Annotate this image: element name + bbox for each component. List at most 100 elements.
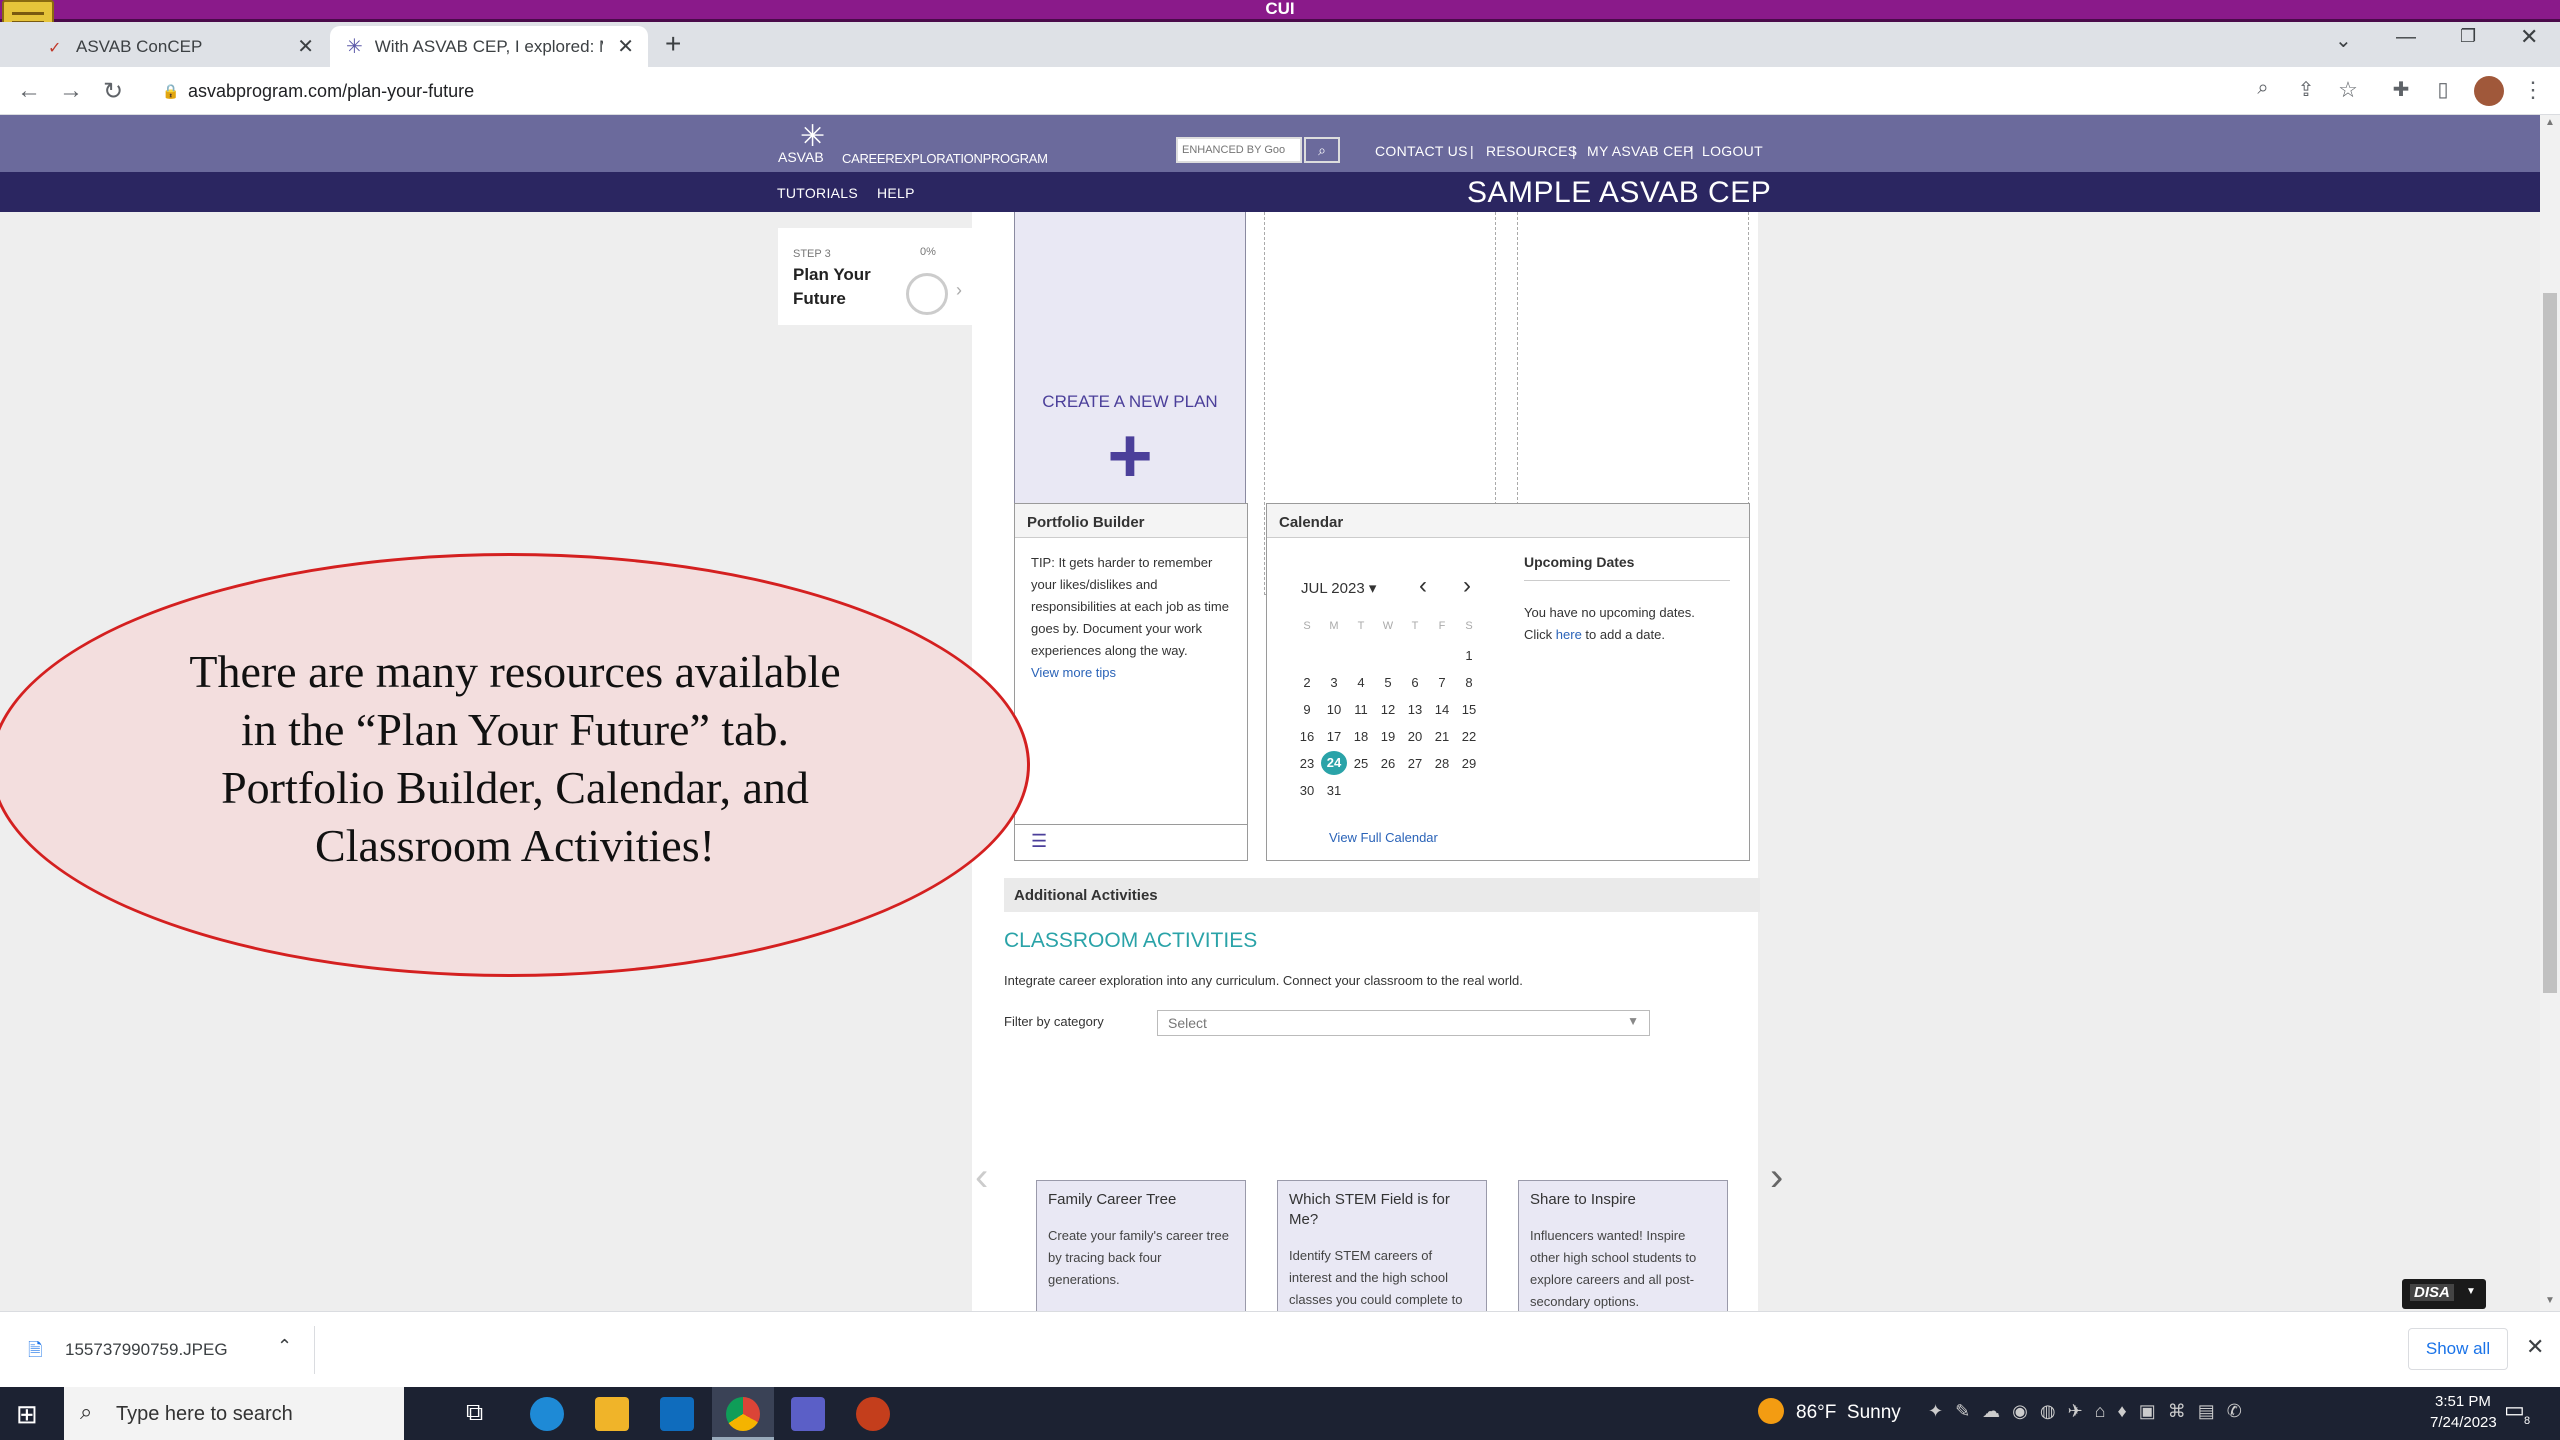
view-full-calendar-link[interactable]: View Full Calendar (1329, 830, 1438, 845)
task-view-icon[interactable]: ⧉ (466, 1399, 483, 1427)
profile-avatar[interactable] (2474, 76, 2504, 106)
show-all-button[interactable]: Show all (2408, 1328, 2508, 1370)
calendar-next-icon[interactable]: › (1463, 572, 1471, 600)
calendar-day-today[interactable]: 24 (1321, 751, 1347, 775)
search-button[interactable]: ⌕ (1304, 137, 1340, 163)
calendar-day[interactable]: 7 (1429, 675, 1455, 690)
scroll-up-icon[interactable]: ▲ (2545, 117, 2555, 128)
share-icon[interactable]: ⇪ (2291, 77, 2321, 102)
taskbar-search-input[interactable]: ⌕ Type here to search (64, 1387, 404, 1440)
chrome-icon[interactable] (726, 1397, 760, 1431)
windows-start-icon[interactable]: ⊞ (16, 1399, 38, 1430)
side-panel-icon[interactable]: ▯ (2428, 77, 2458, 102)
teams-icon[interactable] (791, 1397, 825, 1431)
calendar-day[interactable]: 30 (1294, 783, 1320, 798)
calendar-day[interactable]: 19 (1375, 729, 1401, 744)
minimize-icon[interactable]: — (2396, 26, 2416, 49)
browser-tab-active[interactable]: ✳ With ASVAB CEP, I explored: Me ✕ (330, 26, 648, 67)
calendar-day[interactable]: 26 (1375, 756, 1401, 771)
calendar-day[interactable]: 22 (1456, 729, 1482, 744)
nav-help[interactable]: HELP (877, 185, 915, 201)
step-card[interactable]: STEP 3 0% Plan Your Future › (778, 228, 972, 325)
weather-icon[interactable] (1758, 1398, 1784, 1424)
extensions-icon[interactable]: ✚ (2386, 77, 2416, 102)
close-tab-icon[interactable]: ✕ (297, 34, 314, 59)
activity-card[interactable]: Which STEM Field is for Me? Identify STE… (1277, 1180, 1487, 1311)
disa-badge[interactable]: DISA ▼ (2402, 1279, 2486, 1309)
site-search-input[interactable] (1176, 137, 1302, 163)
scrollbar-thumb[interactable] (2543, 293, 2557, 993)
calendar-day[interactable]: 6 (1402, 675, 1428, 690)
weather-text[interactable]: 86°F Sunny (1796, 1402, 1901, 1424)
page-scrollbar[interactable]: ▲ ▼ (2540, 115, 2560, 1311)
list-icon[interactable]: ☰ (1031, 831, 1047, 852)
system-tray-icons[interactable]: ✦✎☁◉◍✈⌂♦▣⌘▤✆ (1928, 1401, 2254, 1422)
calendar-day[interactable]: 12 (1375, 702, 1401, 717)
calendar-prev-icon[interactable]: ‹ (1419, 572, 1427, 600)
calendar-day[interactable]: 31 (1321, 783, 1347, 798)
calendar-day[interactable]: 9 (1294, 702, 1320, 717)
nav-contact-us[interactable]: CONTACT US (1375, 143, 1468, 159)
cui-banner: CUI (0, 0, 2560, 22)
edge-icon[interactable] (530, 1397, 564, 1431)
calendar-day[interactable]: 2 (1294, 675, 1320, 690)
calendar-day[interactable]: 16 (1294, 729, 1320, 744)
calendar-day[interactable]: 29 (1456, 756, 1482, 771)
calendar-day[interactable]: 3 (1321, 675, 1347, 690)
chevron-up-icon[interactable]: ⌃ (277, 1336, 292, 1357)
close-tab-icon[interactable]: ✕ (617, 34, 634, 59)
forward-icon[interactable]: → (56, 77, 86, 105)
bookmark-star-icon[interactable]: ☆ (2333, 77, 2363, 103)
window-close-icon[interactable]: ✕ (2520, 24, 2538, 50)
activity-card[interactable]: Family Career Tree Create your family's … (1036, 1180, 1246, 1311)
notification-icon[interactable]: ▭ (2504, 1397, 2525, 1423)
asvab-logo[interactable]: ASVAB (778, 149, 824, 165)
outlook-icon[interactable] (660, 1397, 694, 1431)
calendar-day[interactable]: 10 (1321, 702, 1347, 717)
clock-date[interactable]: 7/24/2023 (2430, 1414, 2497, 1431)
chrome-menu-icon[interactable]: ⋮ (2518, 77, 2548, 103)
clock-time[interactable]: 3:51 PM (2435, 1393, 2491, 1410)
calendar-day[interactable]: 18 (1348, 729, 1374, 744)
carousel-next-icon[interactable]: › (1770, 1155, 1783, 1200)
calendar-day[interactable]: 8 (1456, 675, 1482, 690)
download-filename[interactable]: 155737990759.JPEG (65, 1340, 228, 1360)
calendar-day[interactable]: 5 (1375, 675, 1401, 690)
activity-card[interactable]: Share to Inspire Influencers wanted! Ins… (1518, 1180, 1728, 1311)
new-tab-icon[interactable]: + (665, 28, 681, 60)
nav-logout[interactable]: LOGOUT (1702, 143, 1763, 159)
calendar-month-select[interactable]: JUL 2023 ▾ (1301, 579, 1376, 597)
calendar-day[interactable]: 1 (1456, 648, 1482, 663)
disa-label: DISA (2410, 1284, 2454, 1301)
calendar-day[interactable]: 25 (1348, 756, 1374, 771)
filter-category-select[interactable]: Select ▼ (1157, 1010, 1650, 1036)
powerpoint-icon[interactable] (856, 1397, 890, 1431)
back-icon[interactable]: ← (14, 77, 44, 105)
calendar-day[interactable]: 21 (1429, 729, 1455, 744)
browser-tab-asvab-concep[interactable]: ✓ ASVAB ConCEP ✕ (8, 26, 328, 67)
carousel-prev-icon[interactable]: ‹ (975, 1155, 988, 1200)
nav-my-asvab-cep[interactable]: MY ASVAB CEP (1587, 143, 1693, 159)
file-explorer-icon[interactable] (595, 1397, 629, 1431)
calendar-day[interactable]: 23 (1294, 756, 1320, 771)
view-more-tips-link[interactable]: View more tips (1015, 662, 1247, 684)
add-date-link[interactable]: here (1556, 627, 1582, 642)
url-field[interactable]: 🔒 asvabprogram.com/plan-your-future (148, 73, 2228, 109)
nav-resources[interactable]: RESOURCES (1486, 143, 1577, 159)
restore-icon[interactable]: ❐ (2460, 26, 2476, 47)
calendar-day[interactable]: 4 (1348, 675, 1374, 690)
calendar-day[interactable]: 11 (1348, 702, 1374, 717)
calendar-day[interactable]: 14 (1429, 702, 1455, 717)
calendar-day[interactable]: 20 (1402, 729, 1428, 744)
reload-icon[interactable]: ↻ (98, 77, 128, 106)
nav-tutorials[interactable]: TUTORIALS (777, 185, 858, 201)
zoom-icon[interactable]: ⌕ (2248, 77, 2278, 100)
calendar-day[interactable]: 13 (1402, 702, 1428, 717)
calendar-day[interactable]: 28 (1429, 756, 1455, 771)
close-downloads-icon[interactable]: ✕ (2526, 1334, 2544, 1360)
calendar-day[interactable]: 15 (1456, 702, 1482, 717)
calendar-day[interactable]: 17 (1321, 729, 1347, 744)
tab-search-icon[interactable]: ⌄ (2335, 28, 2352, 53)
scroll-down-icon[interactable]: ▼ (2545, 1295, 2555, 1306)
calendar-day[interactable]: 27 (1402, 756, 1428, 771)
